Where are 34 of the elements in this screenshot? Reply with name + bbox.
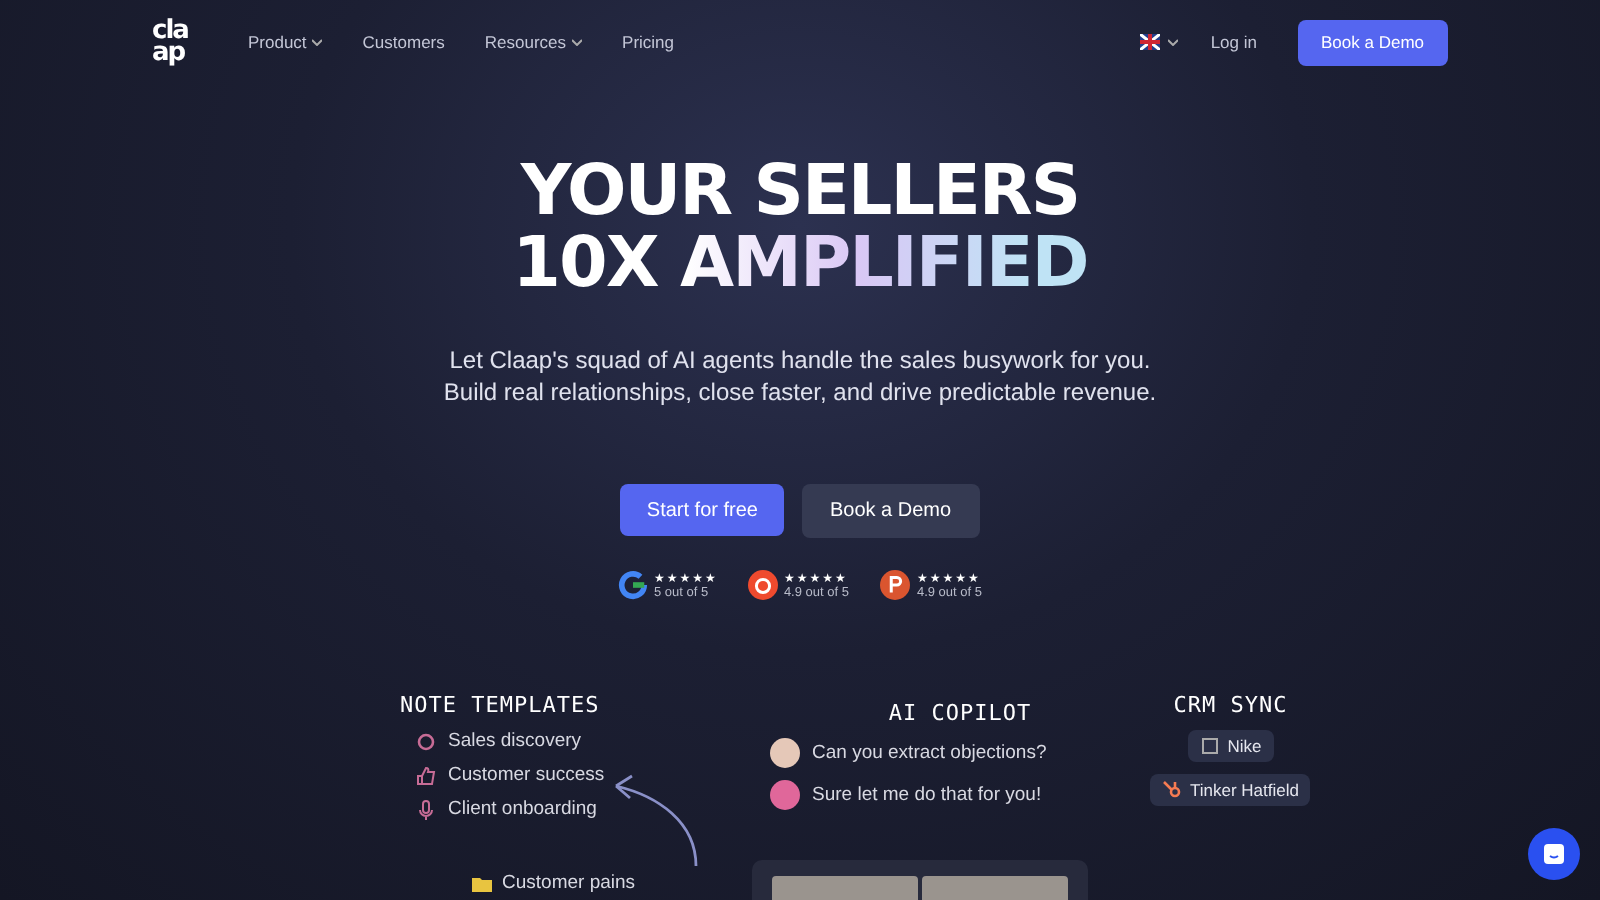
nav-link[interactable]: Pricing (622, 32, 675, 52)
folder-icon (472, 873, 492, 893)
start-free-button[interactable]: Start for free (620, 484, 784, 536)
template-item[interactable]: Customer success (448, 764, 605, 786)
hero-subtitle: Let Claap's squad of AI agents handle the sales busywork for you. Build real relationships, close faster, and drive predictable revenue. (443, 344, 1157, 408)
template-item[interactable]: Client onboarding (448, 798, 597, 820)
caret-icon (1168, 38, 1179, 46)
caret-icon (572, 38, 583, 46)
nav-link[interactable]: Customers (362, 32, 445, 52)
thumbs-up-icon (416, 765, 436, 785)
template-item[interactable]: Customer pains (502, 872, 636, 894)
flag-icon[interactable] (1140, 34, 1161, 50)
login-link[interactable]: Log in (1210, 32, 1257, 52)
crm-chip: Tinker Hatfield (1150, 774, 1311, 806)
microphone-icon (416, 799, 436, 819)
caret-icon (312, 38, 323, 46)
book-demo-button[interactable]: Book a Demo (1297, 19, 1448, 65)
avatar (770, 738, 800, 768)
hero-title: YOUR SELLERS (520, 156, 1080, 228)
chat-icon (1542, 842, 1566, 866)
chat-message: Can you extract objections? (812, 742, 1047, 764)
template-item[interactable]: Sales discovery (448, 730, 582, 752)
section-title: AI COPILOT (888, 700, 1032, 726)
nav-link[interactable]: Product (248, 32, 323, 52)
chat-button[interactable] (1528, 828, 1580, 880)
book-demo-button[interactable]: Book a Demo (801, 484, 980, 538)
nav-link[interactable]: Resources (484, 32, 583, 52)
crm-chip: Nike (1187, 730, 1274, 762)
google-logo-icon (617, 570, 648, 600)
logo[interactable]: claap (152, 20, 200, 64)
producthunt-logo-icon (880, 570, 911, 600)
section-title: CRM SYNC (1173, 692, 1288, 718)
section-title: NOTE TEMPLATES (400, 692, 602, 718)
chat-message: Sure let me do that for you! (812, 784, 1042, 806)
